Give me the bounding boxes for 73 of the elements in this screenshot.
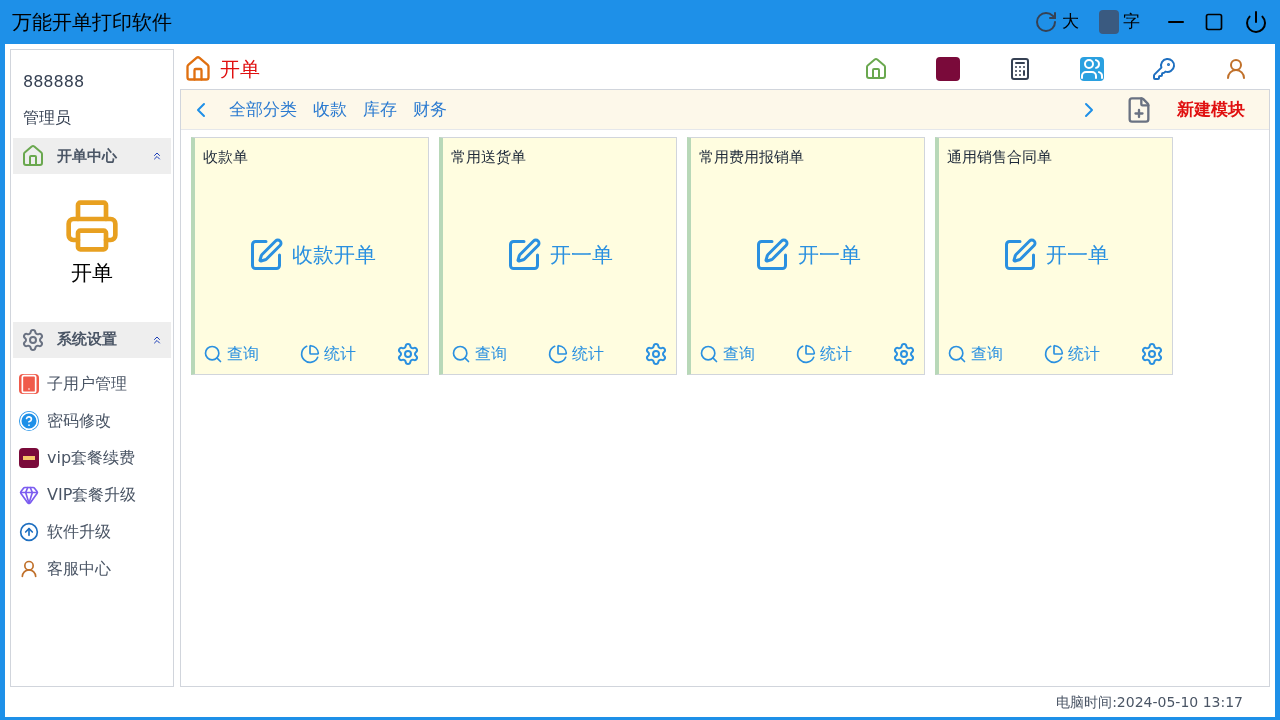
form-card[interactable]: 常用送货单 开一单 查询 统计 — [439, 137, 677, 375]
window-title: 万能开单打印软件 — [12, 9, 173, 36]
category-tab[interactable]: 收款 — [313, 96, 347, 123]
create-order-link[interactable]: 开一单 — [1046, 239, 1109, 271]
pie-chart-icon — [547, 344, 568, 364]
home-icon[interactable] — [864, 57, 888, 81]
query-link[interactable]: 查询 — [203, 342, 259, 366]
section-header[interactable]: 开单中心 — [13, 138, 171, 174]
status-time: 电脑时间:2024-05-10 13:17 — [1056, 692, 1243, 712]
printer-icon — [64, 198, 120, 254]
query-link[interactable]: 查询 — [451, 342, 507, 366]
collapse-icon — [151, 150, 163, 162]
settings-icon[interactable] — [396, 342, 420, 366]
page-title: 开单 — [220, 56, 261, 83]
create-order-link[interactable]: 开一单 — [798, 239, 861, 271]
create-order-link[interactable]: 开一单 — [550, 239, 613, 271]
settings-icon[interactable] — [1140, 342, 1164, 366]
search-icon — [699, 344, 719, 364]
user-role: 管理员 — [22, 107, 72, 129]
search-icon — [451, 344, 471, 364]
gears-icon — [21, 327, 45, 352]
section-title: 系统设置 — [57, 329, 118, 351]
house-icon — [184, 55, 212, 83]
settings-icon[interactable] — [892, 342, 916, 366]
big-menu-item[interactable]: 开单 — [11, 174, 173, 322]
house-icon — [21, 144, 45, 168]
form-card[interactable]: 收款单 收款开单 查询 统计 — [191, 137, 429, 375]
user-id: 888888 — [22, 71, 86, 93]
pie-chart-icon — [299, 344, 320, 364]
form-card[interactable]: 常用费用报销单 开一单 查询 统计 — [687, 137, 925, 375]
sidebar-item[interactable]: vip套餐续费 — [11, 439, 173, 477]
card-title: 常用送货单 — [451, 147, 527, 168]
stats-link[interactable]: 统计 — [547, 342, 604, 366]
calculator-icon[interactable] — [1008, 57, 1032, 81]
stats-link[interactable]: 统计 — [299, 342, 356, 366]
search-icon — [947, 344, 967, 364]
pie-chart-icon — [1043, 344, 1064, 364]
search-icon — [203, 344, 223, 364]
user-key-icon[interactable] — [1152, 57, 1176, 81]
card-title: 通用销售合同单 — [947, 147, 1053, 168]
power-icon[interactable] — [1244, 10, 1268, 34]
font-size-button[interactable]: 大 — [1034, 9, 1079, 35]
sidebar-item[interactable]: 软件升级 — [11, 513, 173, 551]
sidebar-item[interactable]: 客服中心 — [11, 550, 173, 588]
create-order-link[interactable]: 收款开单 — [291, 239, 376, 271]
person-icon — [19, 559, 39, 579]
section-title: 开单中心 — [57, 145, 118, 167]
query-link[interactable]: 查询 — [699, 342, 755, 366]
diamond-icon — [19, 485, 39, 505]
category-tab[interactable]: 库存 — [363, 96, 397, 123]
query-link[interactable]: 查询 — [947, 342, 1003, 366]
person-icon[interactable] — [1224, 57, 1248, 81]
maximize-icon[interactable] — [1204, 12, 1224, 32]
section-header[interactable]: 系统设置 — [13, 321, 171, 358]
tablet-icon — [19, 374, 39, 394]
help-icon — [19, 411, 39, 431]
card-title: 收款单 — [203, 147, 249, 168]
stats-link[interactable]: 统计 — [1043, 342, 1100, 366]
rotate-icon — [1034, 10, 1058, 34]
sidebar-item[interactable]: VIP套餐升级 — [11, 476, 173, 514]
new-module-button[interactable]: 新建模块 — [1177, 96, 1245, 123]
upload-icon — [19, 522, 39, 542]
category-tab[interactable]: 全部分类 — [229, 96, 297, 123]
card-title: 常用费用报销单 — [699, 147, 805, 168]
settings-icon[interactable] — [644, 342, 668, 366]
users-icon[interactable] — [1080, 57, 1104, 81]
sidebar-item[interactable]: 子用户管理 — [11, 365, 173, 403]
pie-chart-icon — [795, 344, 816, 364]
sidebar-item[interactable]: 密码修改 — [11, 402, 173, 440]
stats-link[interactable]: 统计 — [795, 342, 852, 366]
category-tab[interactable]: 财务 — [413, 96, 447, 123]
font-button[interactable]: 字 — [1099, 9, 1140, 35]
form-card[interactable]: 通用销售合同单 开一单 查询 统计 — [935, 137, 1173, 375]
